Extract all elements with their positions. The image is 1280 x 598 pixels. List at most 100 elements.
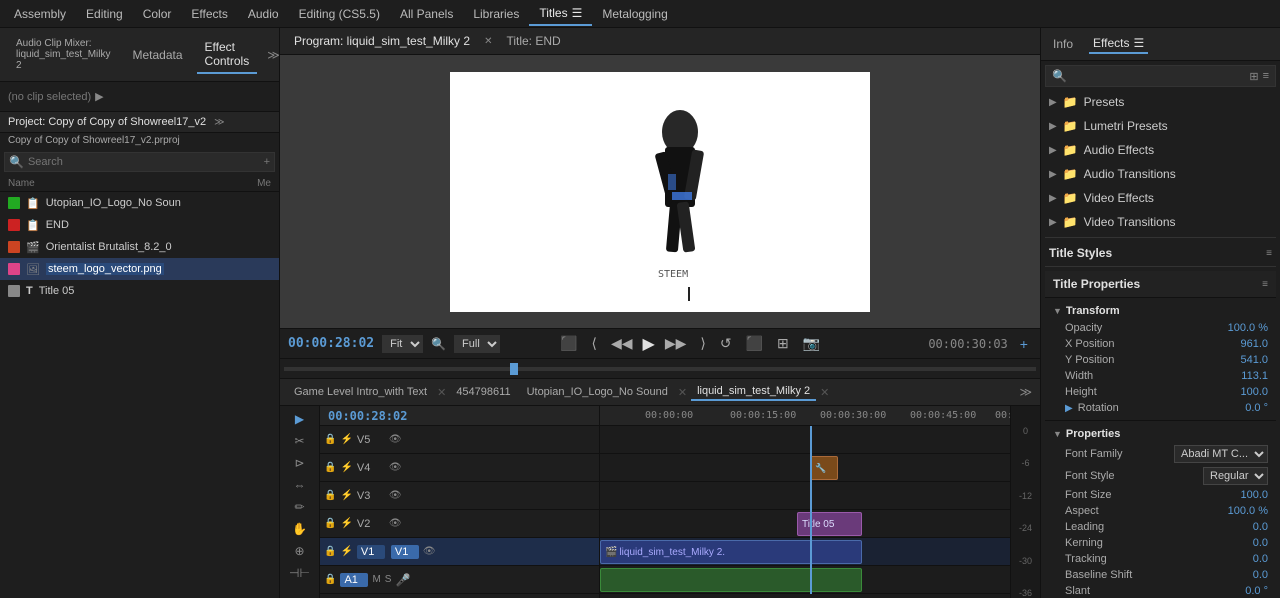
track-lane-v1[interactable]: 🎬 liquid_sim_test_Milky 2. (600, 538, 1010, 566)
track-a1-s[interactable]: S (385, 574, 392, 585)
menu-audio[interactable]: Audio (238, 3, 289, 25)
leading-value[interactable]: 0.0 (1253, 521, 1268, 533)
scrubber-bar[interactable] (280, 358, 1040, 378)
tab-effect-controls[interactable]: Effect Controls (197, 36, 258, 74)
x-pos-value[interactable]: 961.0 (1240, 338, 1268, 350)
font-size-value[interactable]: 100.0 (1240, 489, 1268, 501)
clip-v4[interactable]: 🔧 (810, 456, 838, 480)
effect-group-video-trans-header[interactable]: ▶ 📁 Video Transitions (1045, 211, 1276, 233)
menu-color[interactable]: Color (133, 3, 182, 25)
play-btn[interactable]: ▶ (643, 334, 655, 354)
clip-a1[interactable] (600, 568, 862, 592)
menu-editing-cs55[interactable]: Editing (CS5.5) (289, 3, 390, 25)
tool-ripple[interactable]: ⊳ (292, 454, 306, 472)
title-styles-toggle[interactable]: ≡ (1266, 248, 1272, 259)
effect-group-presets-header[interactable]: ▶ 📁 Presets (1045, 91, 1276, 113)
tool-pen[interactable]: ✏ (292, 498, 306, 516)
track-v1-vis[interactable]: 👁 (423, 546, 436, 557)
height-value[interactable]: 100.0 (1240, 386, 1268, 398)
track-v2-lock[interactable]: 🔒 (324, 518, 336, 529)
transform-group-header[interactable]: ▼ Transform (1053, 302, 1268, 320)
asset-row-end[interactable]: 📋 END (0, 214, 279, 236)
camera-btn[interactable]: 📷 (799, 333, 824, 354)
menu-metalogging[interactable]: Metalogging (592, 3, 677, 25)
menu-assembly[interactable]: Assembly (4, 3, 76, 25)
clip-title05[interactable]: Title 05 (797, 512, 862, 536)
asset-row-steem[interactable]: 🖼 steem_logo_vector.png (0, 258, 279, 280)
seq-tab-liquid[interactable]: liquid_sim_test_Milky 2 (691, 383, 816, 401)
track-v5-vis[interactable]: 👁 (389, 434, 402, 445)
font-family-select[interactable]: Abadi MT C... (1174, 445, 1268, 463)
effects-search-input[interactable] (1071, 70, 1245, 82)
track-lane-v2[interactable]: Title 05 (600, 510, 1010, 538)
y-pos-value[interactable]: 541.0 (1240, 354, 1268, 366)
tool-zoom[interactable]: ⊕ (292, 542, 306, 560)
track-lane-v5[interactable] (600, 426, 1010, 454)
slant-value[interactable]: 0.0 ° (1245, 585, 1268, 597)
properties-group-header[interactable]: ▼ Properties (1053, 425, 1268, 443)
step-fwd2-btn[interactable]: ⟩ (696, 333, 709, 354)
effects-icon-list[interactable]: ≡ (1263, 70, 1269, 82)
seq-tab-454[interactable]: 454798611 (450, 384, 516, 400)
track-v3-vis[interactable]: 👁 (389, 490, 402, 501)
project-search-add-icon[interactable]: + (264, 156, 270, 168)
track-v2-vis[interactable]: 👁 (389, 518, 402, 529)
track-a1-m[interactable]: M (372, 574, 380, 585)
asset-row-orientalist[interactable]: 🎬 Orientalist Brutalist_8.2_0 (0, 236, 279, 258)
tab-program-close[interactable]: ✕ (484, 36, 492, 47)
seq-tab-game-level[interactable]: Game Level Intro_with Text (288, 384, 433, 400)
add-btn[interactable]: + (1016, 334, 1032, 354)
tool-razor[interactable]: ✂ (292, 432, 306, 450)
mark-in-btn[interactable]: ⬛ (556, 333, 581, 354)
tab-title-end[interactable]: Title: END (500, 32, 566, 50)
track-v3-sync[interactable]: ⚡ (340, 490, 352, 501)
width-value[interactable]: 113.1 (1241, 370, 1268, 382)
clip-liquid[interactable]: 🎬 liquid_sim_test_Milky 2. (600, 540, 862, 564)
tab-metadata[interactable]: Metadata (124, 44, 190, 66)
menu-effects[interactable]: Effects (181, 3, 237, 25)
step-fwd-btn[interactable]: ▶▶ (661, 333, 691, 354)
fit-select[interactable]: Fit (382, 335, 423, 353)
track-v5-sync[interactable]: ⚡ (340, 434, 352, 445)
menu-libraries[interactable]: Libraries (463, 3, 529, 25)
track-v4-lock[interactable]: 🔒 (324, 462, 336, 473)
project-search-input[interactable] (28, 156, 260, 168)
project-expand-icon[interactable]: ≫ (214, 117, 224, 128)
seq-tab-utopian[interactable]: Utopian_IO_Logo_No Sound (521, 384, 674, 400)
track-lane-a1[interactable] (600, 566, 1010, 594)
aspect-value[interactable]: 100.0 % (1228, 505, 1268, 517)
track-a1-lock[interactable]: 🔒 (324, 574, 336, 585)
step-back-btn[interactable]: ⟨ (588, 333, 601, 354)
tool-select[interactable]: ▶ (293, 410, 306, 428)
mark-out-btn[interactable]: ⬛ (742, 333, 767, 354)
track-v3-lock[interactable]: 🔒 (324, 490, 336, 501)
effect-group-video-fx-header[interactable]: ▶ 📁 Video Effects (1045, 187, 1276, 209)
tracking-value[interactable]: 0.0 (1253, 553, 1268, 565)
step-back2-btn[interactable]: ◀◀ (607, 333, 637, 354)
effects-icon-grid[interactable]: ⊞ (1249, 70, 1258, 83)
track-a1-mic[interactable]: 🎤 (395, 573, 410, 587)
rotation-expand[interactable]: ▶ (1065, 403, 1073, 414)
baseline-shift-value[interactable]: 0.0 (1253, 569, 1268, 581)
track-v1-lock[interactable]: 🔒 (324, 546, 336, 557)
tab-info[interactable]: Info (1049, 35, 1077, 53)
track-lane-v3[interactable] (600, 482, 1010, 510)
asset-row-title05[interactable]: T Title 05 (0, 280, 279, 302)
effect-group-audio-fx-header[interactable]: ▶ 📁 Audio Effects (1045, 139, 1276, 161)
track-v4-sync[interactable]: ⚡ (340, 462, 352, 473)
tab-audio-clip-mixer[interactable]: Audio Clip Mixer: liquid_sim_test_Milky … (8, 34, 118, 75)
tool-hand[interactable]: ✋ (290, 520, 309, 538)
effect-group-audio-trans-header[interactable]: ▶ 📁 Audio Transitions (1045, 163, 1276, 185)
scrubber-head[interactable] (510, 363, 518, 375)
opacity-value[interactable]: 100.0 % (1228, 322, 1268, 334)
track-v4-vis[interactable]: 👁 (389, 462, 402, 473)
track-lane-v4[interactable]: 🔧 (600, 454, 1010, 482)
track-v1-sync[interactable]: ⚡ (340, 546, 352, 557)
full-select[interactable]: Full (454, 335, 500, 353)
effect-group-lumetri-header[interactable]: ▶ 📁 Lumetri Presets (1045, 115, 1276, 137)
tool-inout[interactable]: ⊣⊢ (287, 564, 312, 582)
loop-btn[interactable]: ↺ (716, 333, 736, 354)
menu-all-panels[interactable]: All Panels (390, 3, 463, 25)
kerning-value[interactable]: 0.0 (1253, 537, 1268, 549)
font-style-select[interactable]: Regular (1203, 467, 1268, 485)
